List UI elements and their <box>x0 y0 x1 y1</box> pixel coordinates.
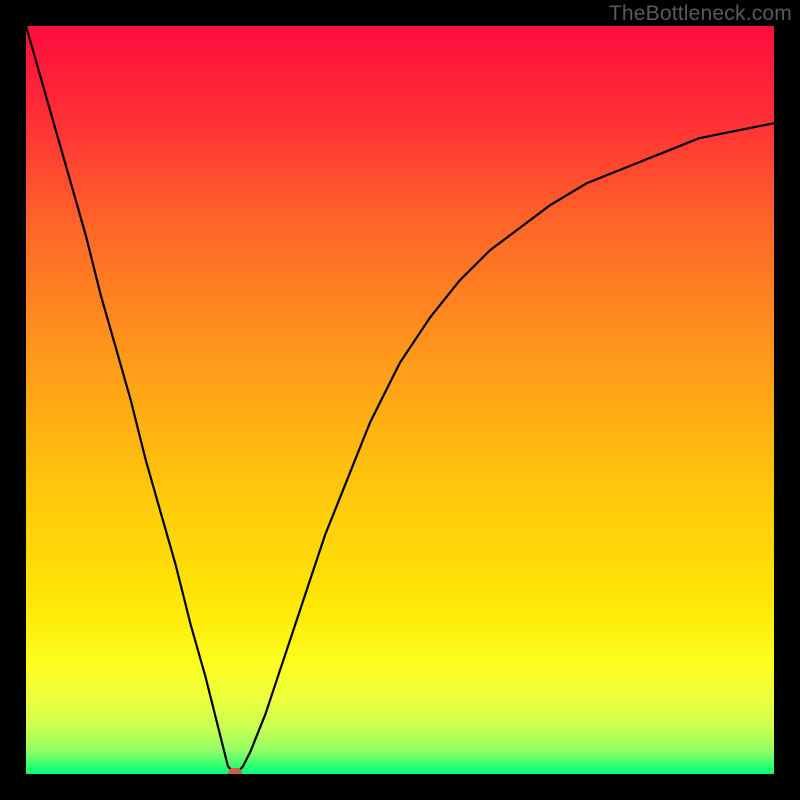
attribution-label: TheBottleneck.com <box>609 2 792 26</box>
optimal-point-marker <box>228 768 242 774</box>
chart-frame: TheBottleneck.com <box>0 0 800 800</box>
plot-area <box>26 26 774 774</box>
bottleneck-curve <box>26 26 774 774</box>
